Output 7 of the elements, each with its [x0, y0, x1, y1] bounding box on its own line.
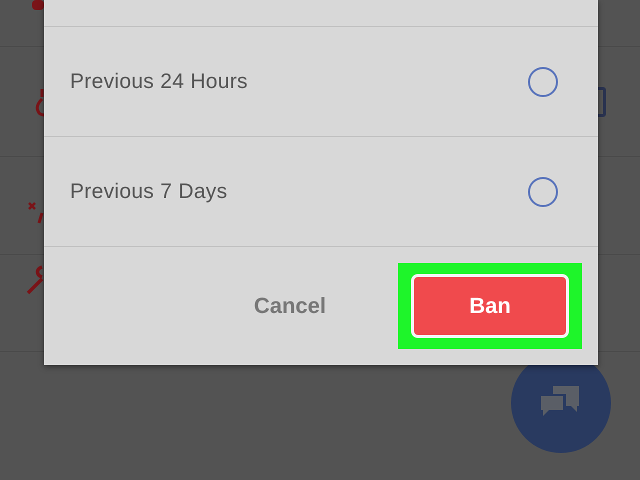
option-label: Previous 7 Days [70, 180, 228, 204]
radio-button[interactable] [528, 176, 558, 206]
ban-button[interactable]: Ban [411, 274, 569, 338]
option-label: Previous 24 Hours [70, 70, 248, 94]
radio-button[interactable] [528, 66, 558, 96]
cancel-button[interactable]: Cancel [240, 283, 340, 329]
checkbox-icon [598, 87, 606, 117]
